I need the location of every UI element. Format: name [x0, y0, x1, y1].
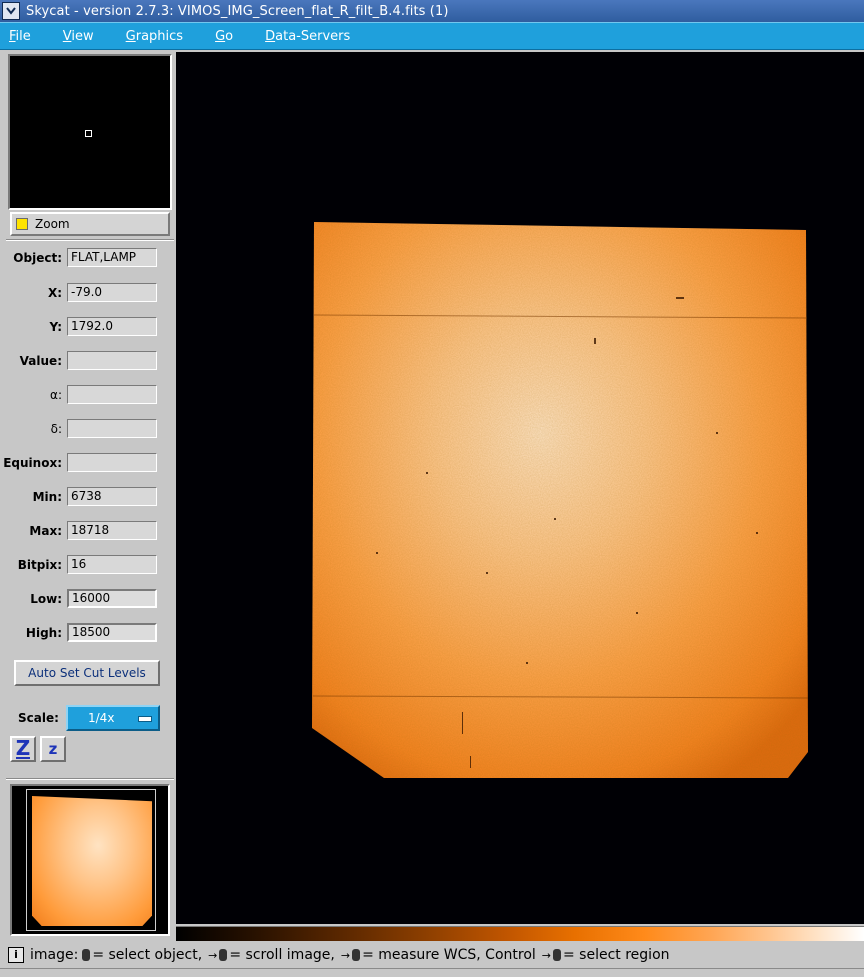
panel-divider: [6, 239, 174, 241]
scale-menu-button[interactable]: 1/4x: [66, 705, 160, 731]
high-label: High:: [25, 626, 62, 640]
info-row-high: High: 18500: [4, 622, 174, 644]
thumbnail-window[interactable]: [10, 784, 170, 936]
y-field: 1792.0: [67, 317, 157, 336]
low-label: Low:: [30, 592, 62, 606]
value-label: Value:: [19, 354, 62, 368]
delta-label: δ:: [50, 422, 62, 436]
menu-view[interactable]: View: [63, 29, 108, 44]
info-row-equinox: Equinox:: [3, 452, 174, 474]
menu-go[interactable]: Go: [215, 29, 247, 44]
option-menu-indicator-icon: [138, 716, 152, 722]
menu-bar: File View Graphics Go Data-Servers: [0, 22, 864, 50]
status-select-object: = select object,: [92, 947, 203, 963]
alpha-label: α:: [50, 388, 62, 402]
zoom-in-button[interactable]: Z: [10, 736, 36, 762]
thumbnail-image: [32, 796, 152, 926]
max-field: 18718: [67, 521, 157, 540]
high-cut-input[interactable]: 18500: [67, 623, 157, 642]
auto-set-cut-levels-button[interactable]: Auto Set Cut Levels: [14, 660, 160, 686]
drag-arrow-icon: →: [208, 948, 218, 962]
max-label: Max:: [29, 524, 62, 538]
info-row-y: Y: 1792.0: [4, 316, 174, 338]
status-measure-wcs: = measure WCS, Control: [362, 947, 536, 963]
drag-arrow-icon: →: [541, 948, 551, 962]
pan-window[interactable]: [8, 54, 172, 210]
fits-image: [312, 222, 809, 778]
zoom-in-label: Z: [15, 736, 31, 760]
alpha-field: [67, 385, 157, 404]
drag-arrow-icon: →: [340, 948, 351, 962]
mouse-button-icon: [219, 949, 228, 961]
status-select-region: = select region: [563, 947, 670, 963]
menu-graphics-mnemonic: G: [125, 28, 136, 44]
zoom-indicator-icon: [16, 218, 28, 230]
mouse-button-icon: [352, 949, 361, 961]
zoom-toggle-button[interactable]: Zoom: [10, 212, 170, 236]
y-label: Y:: [49, 320, 62, 334]
menu-graphics[interactable]: Graphics: [126, 29, 197, 44]
menu-file-label: ile: [15, 28, 31, 44]
status-scroll-image: = scroll image,: [229, 947, 335, 963]
equinox-field: [67, 453, 157, 472]
x-label: X:: [47, 286, 62, 300]
scale-label: Scale:: [18, 711, 59, 725]
title-bar: Skycat - version 2.7.3: VIMOS_IMG_Screen…: [0, 0, 864, 23]
menu-data-servers-label: ata-Servers: [275, 28, 351, 44]
menu-go-mnemonic: G: [215, 28, 226, 44]
info-row-max: Max: 18718: [4, 520, 174, 542]
colormap-bar[interactable]: [176, 926, 864, 941]
info-row-x: X: -79.0: [4, 282, 174, 304]
info-row-low: Low: 16000: [4, 588, 174, 610]
menu-data-servers-mnemonic: D: [265, 28, 276, 44]
status-prefix: image:: [30, 947, 79, 963]
object-label: Object:: [13, 251, 62, 265]
info-row-value: Value:: [4, 350, 174, 372]
menu-view-label: iew: [71, 28, 94, 44]
info-row-delta: δ:: [4, 418, 174, 440]
menu-go-label: o: [225, 28, 234, 44]
pan-region-box[interactable]: [85, 130, 92, 137]
zoom-label: Zoom: [35, 217, 70, 231]
info-row-alpha: α:: [4, 384, 174, 406]
value-field: [67, 351, 157, 370]
mouse-button-icon: [82, 949, 91, 961]
control-panel: Zoom Object: FLAT,LAMP X: -79.0 Y: 1792.…: [3, 52, 174, 942]
info-row-min: Min: 6738: [4, 486, 174, 508]
equinox-label: Equinox:: [3, 456, 62, 470]
bitpix-field: 16: [67, 555, 157, 574]
window-title: Skycat - version 2.7.3: VIMOS_IMG_Screen…: [26, 3, 449, 19]
info-row-object: Object: FLAT,LAMP: [4, 247, 174, 269]
detector-flat-field: [312, 222, 809, 778]
image-display[interactable]: [176, 52, 864, 924]
delta-field: [67, 419, 157, 438]
scale-value: 1/4x: [88, 711, 115, 725]
bitpix-label: Bitpix:: [17, 558, 62, 572]
low-cut-input[interactable]: 16000: [67, 589, 157, 608]
min-field: 6738: [67, 487, 157, 506]
menu-file[interactable]: File: [9, 29, 45, 44]
info-icon: i: [8, 947, 24, 963]
object-field: FLAT,LAMP: [67, 248, 157, 267]
mouse-button-icon: [553, 949, 561, 961]
panel-divider-lower: [6, 778, 174, 780]
zoom-out-button[interactable]: z: [40, 736, 66, 762]
menu-data-servers[interactable]: Data-Servers: [265, 29, 364, 44]
menu-graphics-label: raphics: [135, 28, 184, 44]
window-menu-button[interactable]: [2, 2, 20, 20]
zoom-out-label: z: [48, 740, 58, 758]
info-row-bitpix: Bitpix: 16: [4, 554, 174, 576]
x-field: -79.0: [67, 283, 157, 302]
chevron-down-icon: [6, 7, 16, 15]
status-bar: i image: = select object, → = scroll ima…: [8, 944, 864, 966]
min-label: Min:: [32, 490, 62, 504]
